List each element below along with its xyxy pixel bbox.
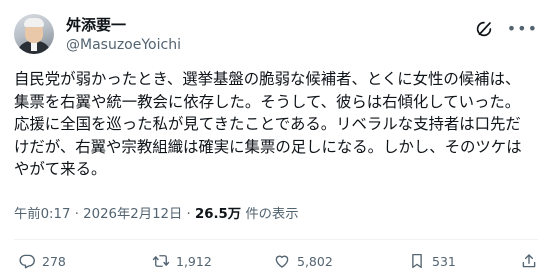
reply-count: 278 [42, 253, 66, 269]
share-icon [522, 254, 536, 268]
reply-button[interactable]: 278 [18, 252, 66, 270]
author-names: 舛添要一 @MasuzoeYoichi [66, 16, 181, 54]
more-icon[interactable]: ••• [507, 21, 538, 37]
author-handle[interactable]: @MasuzoeYoichi [66, 36, 181, 54]
like-icon [275, 255, 289, 268]
tweet-header: 舛添要一 @MasuzoeYoichi ••• [14, 12, 538, 58]
meta-separator-2: · [186, 207, 191, 222]
like-count: 5,802 [297, 253, 333, 269]
avatar-hair [24, 18, 44, 27]
bookmark-button[interactable]: 531 [408, 252, 456, 270]
action-bar: 278 1,912 5,802 531 [14, 252, 538, 272]
tweet-meta: 午前0:17 · 2026年2月12日 · 26.5万 件の表示 [14, 206, 299, 224]
author-display-name[interactable]: 舛添要一 [66, 16, 181, 34]
repost-count: 1,912 [176, 253, 212, 269]
repost-button[interactable]: 1,912 [152, 252, 212, 270]
divider [14, 239, 538, 240]
views-label: 件の表示 [245, 207, 299, 222]
avatar[interactable] [14, 14, 54, 54]
bookmark-count: 531 [432, 253, 456, 269]
tweet-time[interactable]: 午前0:17 [14, 207, 70, 222]
tweet-text: 自民党が弱かったとき、選挙基盤の脆弱な候補者、とくに女性の候補は、 集票を右翼や… [14, 70, 522, 178]
like-button[interactable]: 5,802 [273, 252, 333, 270]
grok-icon[interactable] [475, 20, 493, 38]
share-button[interactable] [520, 252, 538, 270]
bookmark-icon [412, 253, 422, 269]
header-icons: ••• [475, 20, 538, 38]
meta-separator: · [74, 207, 79, 222]
repost-icon [152, 255, 170, 267]
tweet-date[interactable]: 2026年2月12日 [83, 207, 182, 222]
views-count[interactable]: 26.5万 [195, 207, 241, 222]
reply-icon [19, 254, 35, 269]
